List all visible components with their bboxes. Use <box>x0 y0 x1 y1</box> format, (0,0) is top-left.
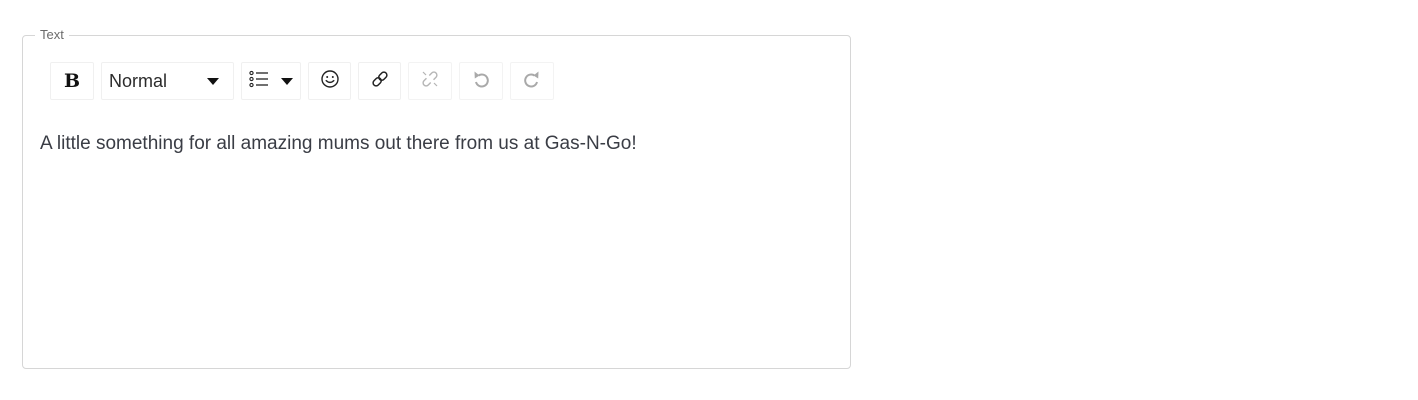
undo-icon <box>471 69 491 94</box>
rich-text-editor: Text B Normal A little something for all… <box>22 26 851 369</box>
bold-icon: B <box>63 70 81 92</box>
editor-toolbar: B Normal <box>50 62 561 100</box>
field-label: Text <box>35 26 69 44</box>
unlink-icon <box>420 69 440 94</box>
undo-button[interactable] <box>459 62 503 100</box>
list-dropdown[interactable] <box>241 62 301 100</box>
bold-button[interactable]: B <box>50 62 94 100</box>
block-type-dropdown[interactable]: Normal <box>101 62 234 100</box>
emoji-icon <box>320 69 340 94</box>
redo-icon <box>522 69 542 94</box>
emoji-button[interactable] <box>308 62 351 100</box>
chevron-down-icon <box>207 77 219 85</box>
chevron-down-icon <box>281 77 293 85</box>
editor-content[interactable]: A little something for all amazing mums … <box>40 133 637 155</box>
unlink-button[interactable] <box>408 62 452 100</box>
redo-button[interactable] <box>510 62 554 100</box>
list-icon <box>249 70 269 93</box>
link-icon <box>370 69 390 94</box>
link-button[interactable] <box>358 62 401 100</box>
block-type-value: Normal <box>109 70 168 91</box>
